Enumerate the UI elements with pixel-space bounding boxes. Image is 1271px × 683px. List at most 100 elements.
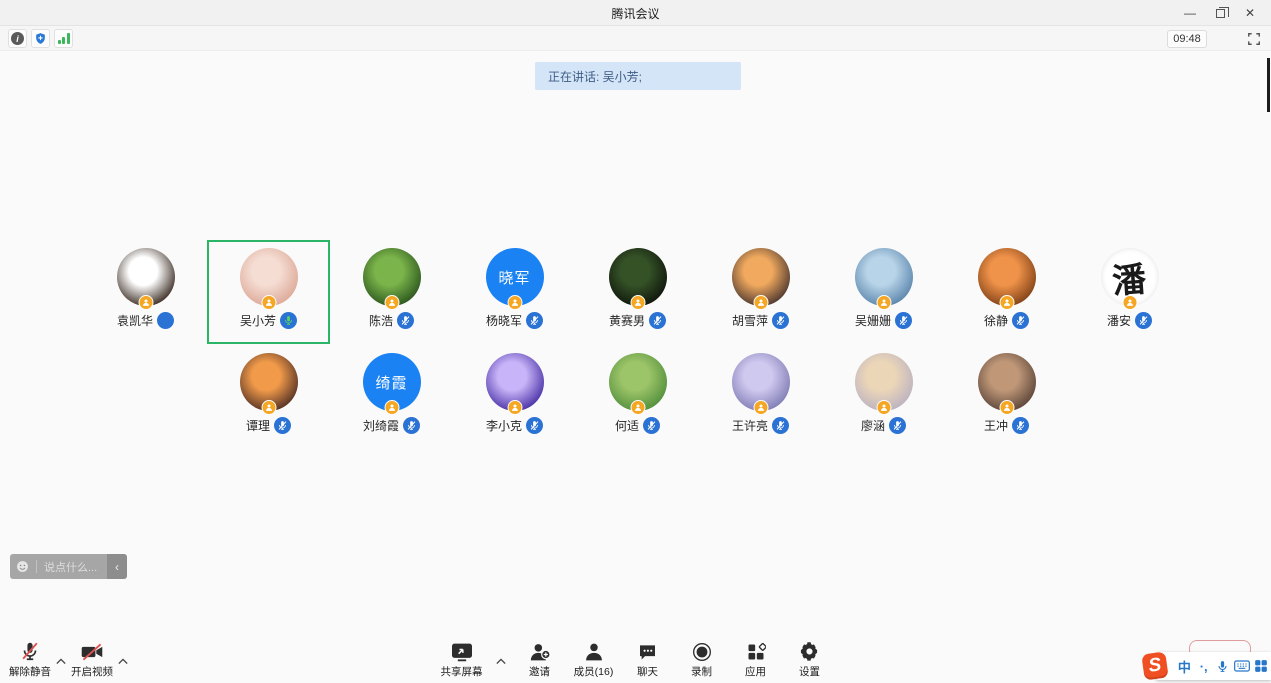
host-badge-icon: [384, 400, 399, 415]
minimize-button[interactable]: —: [1175, 0, 1205, 26]
unmute-button[interactable]: 解除静音: [6, 640, 54, 679]
shield-icon: [34, 32, 47, 45]
close-button[interactable]: ✕: [1235, 0, 1265, 26]
participant-avatar-sea-sky: [855, 248, 913, 306]
participant-name: 吴小芳: [240, 312, 276, 329]
host-badge-icon: [630, 400, 645, 415]
participant-name: 何适: [615, 417, 639, 434]
participant-avatar-sunset-silhouette: [732, 248, 790, 306]
restore-icon: [1216, 9, 1225, 18]
host-badge-icon: [507, 295, 522, 310]
participant-tile[interactable]: 王许亮: [699, 345, 822, 449]
chat-quick-input[interactable]: 说点什么... ‹: [10, 554, 127, 579]
signal-bars-icon: [58, 33, 70, 44]
participant-tile[interactable]: 吴小芳: [207, 240, 330, 344]
participant-tile[interactable]: 潘 潘安: [1068, 240, 1191, 344]
ime-toolbox-icon[interactable]: [1252, 659, 1271, 673]
meeting-timer: 09:48: [1167, 30, 1207, 48]
members-icon: [584, 642, 604, 662]
members-label: 成员(16): [574, 664, 614, 679]
fullscreen-button[interactable]: [1245, 30, 1263, 48]
record-button[interactable]: 录制: [680, 640, 724, 679]
participant-name: 胡雪萍: [732, 312, 768, 329]
participant-tile[interactable]: 胡雪萍: [699, 240, 822, 344]
participant-name: 廖涵: [861, 417, 885, 434]
share-options-chevron[interactable]: [496, 658, 506, 665]
participant-avatar-baby-feet: [240, 248, 298, 306]
participant-row-1: 袁凯华 吴小芳 陈浩: [84, 240, 1191, 344]
ime-punctuation-icon[interactable]: ·,: [1194, 659, 1213, 674]
mic-status-icon: [526, 312, 543, 329]
chat-label: 聊天: [637, 664, 658, 679]
meeting-security-button[interactable]: [31, 29, 50, 48]
participant-tile[interactable]: 吴姗姗: [822, 240, 945, 344]
mic-off-icon: [19, 640, 41, 662]
participant-tile[interactable]: 陈浩: [330, 240, 453, 344]
window-title: 腾讯会议: [0, 5, 1271, 22]
host-badge-icon: [261, 400, 276, 415]
start-video-button[interactable]: 开启视频: [68, 640, 116, 679]
share-screen-label: 共享屏幕: [441, 664, 483, 679]
sogou-logo-icon[interactable]: S: [1141, 651, 1168, 680]
ime-voice-icon[interactable]: [1213, 659, 1232, 674]
invite-button[interactable]: 邀请: [518, 640, 562, 679]
divider: [36, 560, 37, 573]
participant-name: 王冲: [984, 417, 1008, 434]
info-icon: i: [11, 32, 24, 45]
participant-tile[interactable]: 何适: [576, 345, 699, 449]
participant-tile[interactable]: 廖涵: [822, 345, 945, 449]
participant-name: 潘安: [1107, 312, 1131, 329]
share-screen-icon: [450, 642, 474, 662]
participant-avatar-ringed-planet: [732, 353, 790, 411]
participant-row-2: 谭理 绮霞 刘绮霞 李小克: [207, 345, 1068, 449]
host-badge-icon: [261, 295, 276, 310]
invite-label: 邀请: [529, 664, 550, 679]
participant-avatar-calligraphy: 潘: [1101, 248, 1159, 306]
chat-icon: [637, 642, 658, 662]
participant-tile[interactable]: 袁凯华: [84, 240, 207, 344]
participant-tile[interactable]: 李小克: [453, 345, 576, 449]
settings-button[interactable]: 设置: [788, 640, 832, 679]
participant-tile[interactable]: 晓军 杨晓军: [453, 240, 576, 344]
mic-status-icon: [889, 417, 906, 434]
share-screen-button[interactable]: 共享屏幕: [440, 640, 484, 679]
invite-icon: [529, 642, 551, 662]
participant-tile[interactable]: 王冲: [945, 345, 1068, 449]
audio-options-chevron[interactable]: [56, 658, 66, 665]
participant-avatar-pale-sunset: [855, 353, 913, 411]
avatar-text: 绮霞: [375, 372, 407, 393]
host-badge-icon: [876, 295, 891, 310]
host-badge-icon: [753, 400, 768, 415]
video-options-chevron[interactable]: [118, 658, 128, 665]
chat-button[interactable]: 聊天: [626, 640, 670, 679]
camera-off-icon: [80, 642, 104, 662]
participant-tile[interactable]: 徐静: [945, 240, 1068, 344]
mic-status-icon: [772, 417, 789, 434]
participant-name: 吴姗姗: [855, 312, 891, 329]
participant-tile[interactable]: 绮霞 刘绮霞: [330, 345, 453, 449]
chat-input-placeholder[interactable]: 说点什么...: [44, 559, 107, 575]
ime-language-mode[interactable]: 中: [1175, 657, 1194, 676]
participant-avatar-person-sunglasses: [978, 353, 1036, 411]
meeting-info-button[interactable]: i: [8, 29, 27, 48]
participant-name: 陈浩: [369, 312, 393, 329]
apps-button[interactable]: 应用: [734, 640, 778, 679]
participant-avatar-fireflies-night: [609, 248, 667, 306]
participant-name: 谭理: [246, 417, 270, 434]
scrollbar-thumb[interactable]: [1267, 58, 1270, 112]
restore-button[interactable]: [1205, 0, 1235, 26]
ime-keyboard-icon[interactable]: [1233, 660, 1252, 672]
emoji-icon[interactable]: [16, 560, 29, 573]
chat-collapse-button[interactable]: ‹: [107, 554, 127, 579]
network-quality-button[interactable]: [54, 29, 73, 48]
mic-status-icon: [157, 312, 174, 329]
host-badge-icon: [876, 400, 891, 415]
settings-label: 设置: [799, 664, 820, 679]
members-button[interactable]: 成员(16): [572, 640, 616, 679]
participant-name: 袁凯华: [117, 312, 153, 329]
participant-tile[interactable]: 黄赛男: [576, 240, 699, 344]
apps-icon: [746, 642, 766, 662]
record-label: 录制: [691, 664, 712, 679]
participant-tile[interactable]: 谭理: [207, 345, 330, 449]
host-badge-icon: [138, 295, 153, 310]
